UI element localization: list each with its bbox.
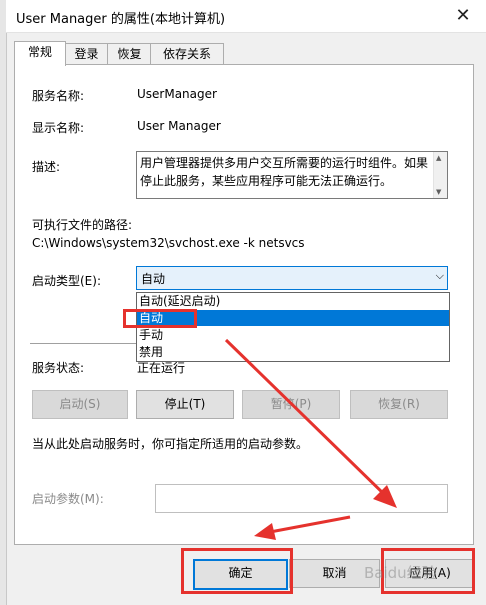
arrow-to-ok-line	[269, 515, 351, 534]
watermark: Baidu经验	[364, 564, 437, 582]
annotation-arrows	[224, 338, 397, 540]
arrow-to-apply-line	[224, 338, 388, 498]
arrow-to-ok-head	[254, 523, 276, 540]
